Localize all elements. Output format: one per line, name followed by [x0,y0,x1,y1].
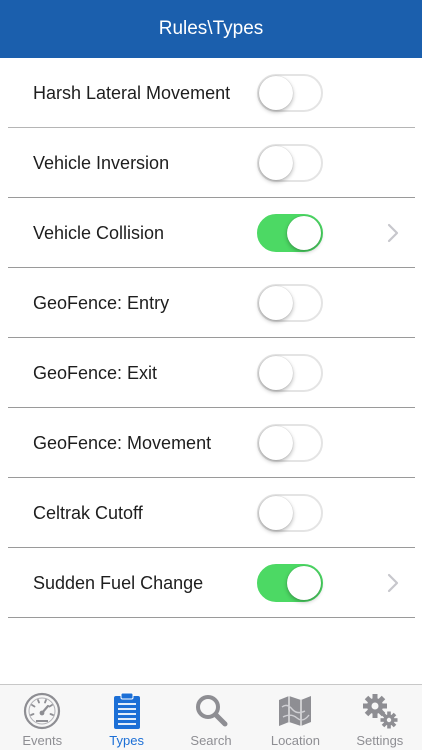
tab-location[interactable]: Location [253,685,337,750]
speedometer-icon [24,692,61,730]
rule-row-vehicle-collision[interactable]: Vehicle Collision [8,198,415,268]
tab-events[interactable]: Events [0,685,84,750]
tab-types[interactable]: Types [84,685,168,750]
rule-row-geofence-exit[interactable]: GeoFence: Exit [8,338,415,408]
rule-row-geofence-movement[interactable]: GeoFence: Movement [8,408,415,478]
chevron-right-icon[interactable] [382,571,404,595]
rule-toggle[interactable] [257,74,323,112]
rule-toggle[interactable] [257,144,323,182]
rule-toggle[interactable] [257,284,323,322]
rules-list: Harsh Lateral Movement Vehicle Inversion… [0,58,422,618]
rule-label: GeoFence: Movement [33,433,212,453]
toggle-knob [287,216,321,250]
toggle-knob [259,496,293,530]
tab-bar: Events Types Search Location Settings [0,684,422,750]
rule-row-geofence-entry[interactable]: GeoFence: Entry [8,268,415,338]
tab-label: Types [109,733,144,748]
toggle-knob [259,286,293,320]
page-title: Rules\Types [158,18,264,39]
chevron-right-icon[interactable] [382,221,404,245]
tab-label: Settings [356,733,404,748]
gear-icon [362,694,398,729]
rule-toggle[interactable] [257,424,323,462]
rule-toggle[interactable] [257,564,323,602]
rule-row-sudden-fuel-change[interactable]: Sudden Fuel Change [8,548,415,618]
map-icon [279,696,312,726]
clipboard-icon [113,692,140,729]
tab-label: Events [22,733,63,748]
rule-label: GeoFence: Exit [33,363,158,383]
rule-toggle[interactable] [257,214,323,252]
rule-row-vehicle-inversion[interactable]: Vehicle Inversion [8,128,415,198]
rule-label: Celtrak Cutoff [33,503,143,523]
toggle-knob [259,356,293,390]
tab-search[interactable]: Search [169,685,253,750]
toggle-knob [259,76,293,110]
tab-label: Location [270,733,320,748]
rule-label: Vehicle Inversion [33,153,170,173]
nav-bar: Rules\Types [0,0,422,58]
rule-row-harsh-lateral-movement[interactable]: Harsh Lateral Movement [8,58,415,128]
tab-label: Search [190,733,232,748]
toggle-knob [259,426,293,460]
rule-label: Harsh Lateral Movement [33,83,231,103]
rule-label: GeoFence: Entry [33,293,170,313]
rule-label: Vehicle Collision [33,223,165,243]
search-icon [196,695,228,727]
toggle-knob [259,146,293,180]
rule-toggle[interactable] [257,354,323,392]
rule-toggle[interactable] [257,494,323,532]
rule-row-celtrak-cutoff[interactable]: Celtrak Cutoff [8,478,415,548]
toggle-knob [287,566,321,600]
rule-label: Sudden Fuel Change [33,573,204,593]
tab-settings[interactable]: Settings [338,685,422,750]
